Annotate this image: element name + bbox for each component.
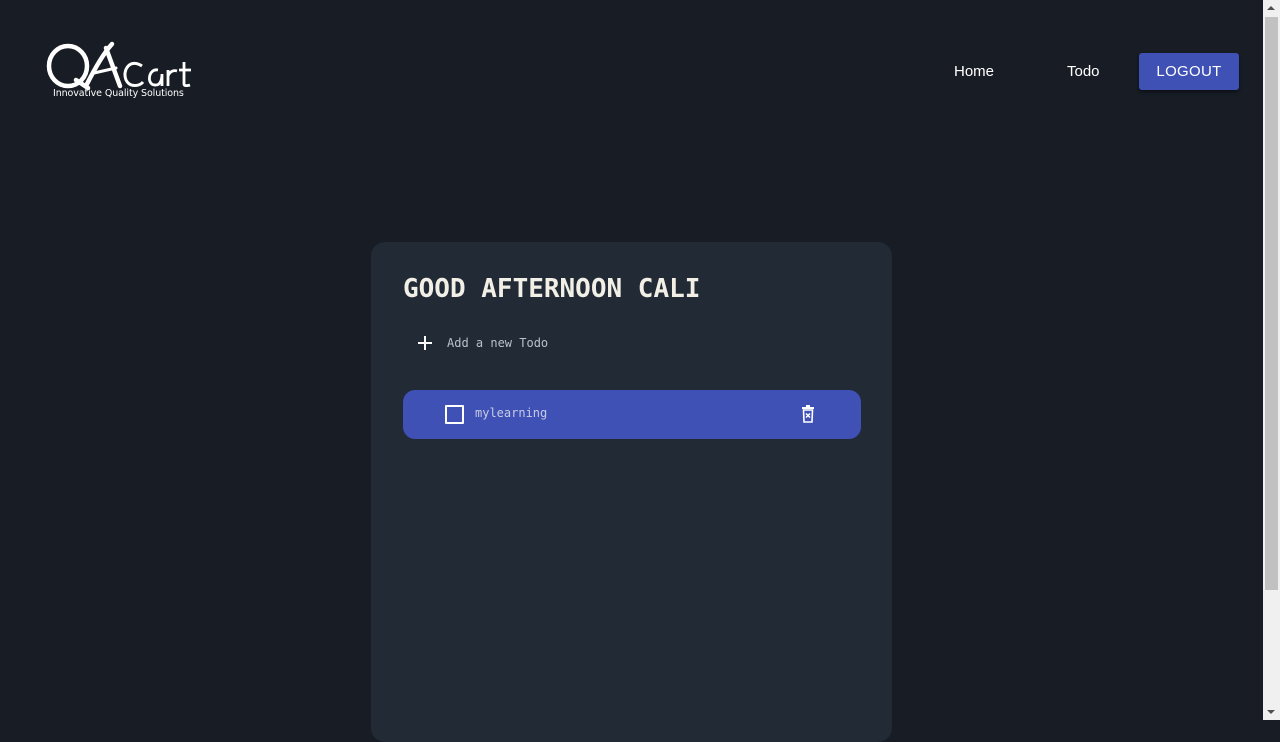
nav-home-link[interactable]: Home [954, 62, 994, 82]
todo-item-text: mylearning [475, 406, 548, 420]
qacart-logo[interactable]: Innovative Quality Solutions [46, 40, 198, 104]
logout-button[interactable]: LOGOUT [1139, 53, 1239, 90]
scroll-thumb[interactable] [1265, 17, 1278, 590]
scroll-up-arrow-icon[interactable] [1263, 0, 1280, 17]
greeting-heading: GOOD AFTERNOON CALI [403, 274, 701, 304]
page: Innovative Quality Solutions Home Todo L… [0, 0, 1263, 742]
logo-tagline: Innovative Quality Solutions [53, 88, 184, 99]
todo-card: GOOD AFTERNOON CALI mylearning [371, 242, 892, 742]
delete-icon[interactable] [801, 405, 815, 423]
scroll-down-arrow-icon[interactable] [1263, 703, 1280, 720]
vertical-scrollbar[interactable] [1263, 0, 1280, 720]
todo-item: mylearning [403, 390, 861, 439]
new-todo-input[interactable] [447, 336, 827, 350]
nav-todo-link[interactable]: Todo [1067, 62, 1100, 82]
todo-complete-checkbox[interactable] [445, 405, 464, 424]
add-todo-row[interactable] [403, 330, 863, 356]
plus-icon[interactable] [418, 336, 432, 350]
